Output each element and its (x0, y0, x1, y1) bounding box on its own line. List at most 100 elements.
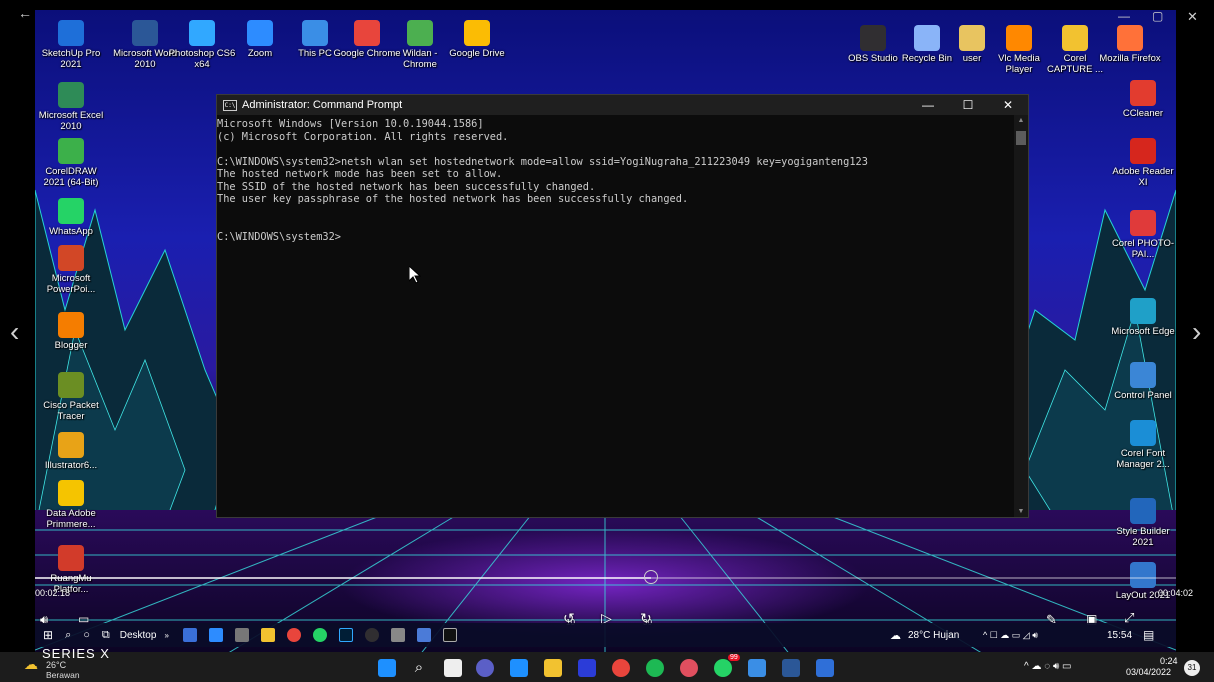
app-icon (1006, 25, 1032, 51)
toolbar-expand-icon[interactable]: » (164, 631, 168, 640)
desktop-icon[interactable]: Google Drive (442, 20, 512, 59)
inner-taskbar-camera-icon[interactable] (234, 628, 249, 642)
video-time-elapsed: 00:02:18 (35, 588, 71, 598)
weather-icon: ☁ (24, 656, 38, 672)
task-view-icon[interactable]: ⧉ (102, 629, 110, 642)
inner-taskbar-app-icon[interactable] (182, 628, 197, 642)
desktop-icon-label: Illustrator6... (44, 460, 98, 471)
app-icon (860, 25, 886, 51)
desktop-icon[interactable]: Illustrator6... (36, 432, 106, 471)
weather-condition[interactable]: Berawan (46, 670, 80, 680)
app-icon (58, 545, 84, 571)
back-arrow-icon[interactable]: ← (18, 6, 32, 20)
app-icon (132, 20, 158, 46)
desktop-icon[interactable]: Microsoft Excel 2010 (36, 82, 106, 132)
inner-taskbar-explorer-icon[interactable] (260, 628, 275, 642)
desktop-icon[interactable]: Data Adobe Primmere... (36, 480, 106, 530)
desktop-icon-label: SketchUp Pro 2021 (41, 48, 101, 70)
scroll-thumb[interactable] (1016, 131, 1026, 145)
maximize-button[interactable]: ☐ (948, 95, 988, 115)
spotify-icon[interactable] (646, 659, 664, 677)
command-prompt-window[interactable]: C:\ Administrator: Command Prompt — ☐ ✕ … (216, 94, 1029, 518)
inner-taskbar-cmd-icon[interactable] (442, 628, 457, 642)
window-titlebar[interactable]: C:\ Administrator: Command Prompt — ☐ ✕ (217, 95, 1028, 115)
scroll-up-icon[interactable]: ▲ (1014, 117, 1028, 124)
console-line: C:\WINDOWS\system32>netsh wlan set hoste… (217, 155, 868, 168)
app-icon (959, 25, 985, 51)
scrollbar[interactable]: ▲ ▼ (1014, 115, 1028, 517)
desktop-icon[interactable]: Adobe Reader XI (1108, 138, 1178, 188)
inner-taskbar-app2-icon[interactable] (416, 628, 431, 642)
cortana-icon[interactable]: ○ (83, 629, 90, 641)
whatsapp-icon[interactable] (714, 659, 732, 677)
next-chevron-icon[interactable]: › (1192, 318, 1201, 346)
whatsapp-badge: 99 (728, 654, 740, 661)
desktop-icon[interactable]: Mozilla Firefox (1095, 25, 1165, 64)
prev-chevron-icon[interactable]: ‹ (10, 318, 19, 346)
clock-time[interactable]: 0:24 (1160, 656, 1178, 666)
desktop-icon[interactable]: Microsoft Edge (1108, 298, 1178, 337)
chrome-icon[interactable] (612, 659, 630, 677)
inner-taskbar-zoom-icon[interactable] (208, 628, 223, 642)
editor-app-icon[interactable] (578, 659, 596, 677)
desktop-icon[interactable]: SketchUp Pro 2021 (36, 20, 106, 70)
inner-search-icon[interactable]: ⌕ (65, 629, 71, 642)
remote-desktop-icon[interactable] (816, 659, 834, 677)
inner-clock[interactable]: 15:54 (1107, 630, 1132, 641)
inner-taskbar: ⊞ ⌕ ○ ⧉ Desktop » ☁ 28°C Hujan ^ ☐ ☁ ▭ ◿… (35, 623, 1176, 647)
console-output[interactable]: Microsoft Windows [Version 10.0.19044.15… (217, 115, 1014, 517)
start-icon[interactable] (378, 659, 396, 677)
viewer-minimize-icon[interactable]: — (1118, 10, 1130, 22)
weather-temp[interactable]: 26°C (46, 660, 66, 670)
desktop-icon[interactable]: Control Panel (1108, 362, 1178, 401)
app-icon (302, 20, 328, 46)
app-icon (1130, 362, 1156, 388)
minimize-button[interactable]: — (908, 95, 948, 115)
inner-taskbar-whatsapp-icon[interactable] (312, 628, 327, 642)
desktop-icon[interactable]: Style Builder 2021 (1108, 498, 1178, 548)
inner-notification-icon[interactable]: ▤ (1143, 628, 1154, 642)
video-time-total: 00:04:02 (1158, 588, 1194, 598)
desktop-icon[interactable]: Corel PHOTO-PAI... (1108, 210, 1178, 260)
mouse-cursor-icon (409, 266, 421, 284)
close-button[interactable]: ✕ (988, 95, 1028, 115)
inner-tray-icons[interactable]: ^ ☐ ☁ ▭ ◿ 🔊︎ (983, 630, 1038, 641)
desktop-icon[interactable]: WhatsApp (36, 198, 106, 237)
desktop-icon[interactable]: Blogger (36, 312, 106, 351)
viewer-close-icon[interactable]: ✕ (1187, 10, 1198, 23)
inner-taskbar-settings-icon[interactable] (390, 628, 405, 642)
desktop-icon-label: Cisco Packet Tracer (43, 400, 99, 422)
mail-icon[interactable] (510, 659, 528, 677)
app-icon (247, 20, 273, 46)
scroll-down-icon[interactable]: ▼ (1014, 508, 1028, 515)
outer-taskbar: ☁ 26°C Berawan SERIES X ⌕ 99 ^ ☁ ◌ 🔊︎ ▭ … (0, 646, 1214, 682)
app-icon (1117, 25, 1143, 51)
inner-start-icon[interactable]: ⊞ (43, 628, 53, 642)
inner-taskbar-chrome-icon[interactable] (286, 628, 301, 642)
app-icon (58, 432, 84, 458)
desktop-icon[interactable]: Microsoft PowerPoi... (36, 245, 106, 295)
chat-icon[interactable] (476, 659, 494, 677)
desktop-icon[interactable]: CCleaner (1108, 80, 1178, 119)
viewer-restore-icon[interactable]: ▢ (1152, 10, 1163, 22)
desktop-icon-label: CorelDRAW 2021 (64-Bit) (43, 166, 99, 188)
inner-weather-icon: ☁ (890, 629, 901, 642)
inner-taskbar-photoshop-icon[interactable] (338, 628, 353, 642)
inner-taskbar-obs-icon[interactable] (364, 628, 379, 642)
word-icon[interactable] (782, 659, 800, 677)
screen: ← ‹ › — ▢ ✕ SketchUp Pro 2021 Microsoft E… (0, 0, 1214, 682)
notification-count[interactable]: 31 (1184, 660, 1200, 676)
desktop-icon[interactable]: Corel Font Manager 2... (1108, 420, 1178, 470)
desktop-icon[interactable]: CorelDRAW 2021 (64-Bit) (36, 138, 106, 188)
system-tray-icons[interactable]: ^ ☁ ◌ 🔊︎ ▭ (1024, 661, 1072, 672)
inner-weather-text[interactable]: 28°C Hujan (908, 630, 959, 641)
notes-app-icon[interactable] (748, 659, 766, 677)
search-icon[interactable]: ⌕ (410, 659, 428, 677)
video-progress-track[interactable] (35, 577, 1176, 579)
task-view-icon[interactable] (444, 659, 462, 677)
file-explorer-icon[interactable] (544, 659, 562, 677)
ccleaner-icon[interactable] (680, 659, 698, 677)
clock-date[interactable]: 03/04/2022 (1126, 667, 1171, 677)
desktop-toolbar-label[interactable]: Desktop (120, 630, 157, 641)
desktop-icon[interactable]: Cisco Packet Tracer (36, 372, 106, 422)
